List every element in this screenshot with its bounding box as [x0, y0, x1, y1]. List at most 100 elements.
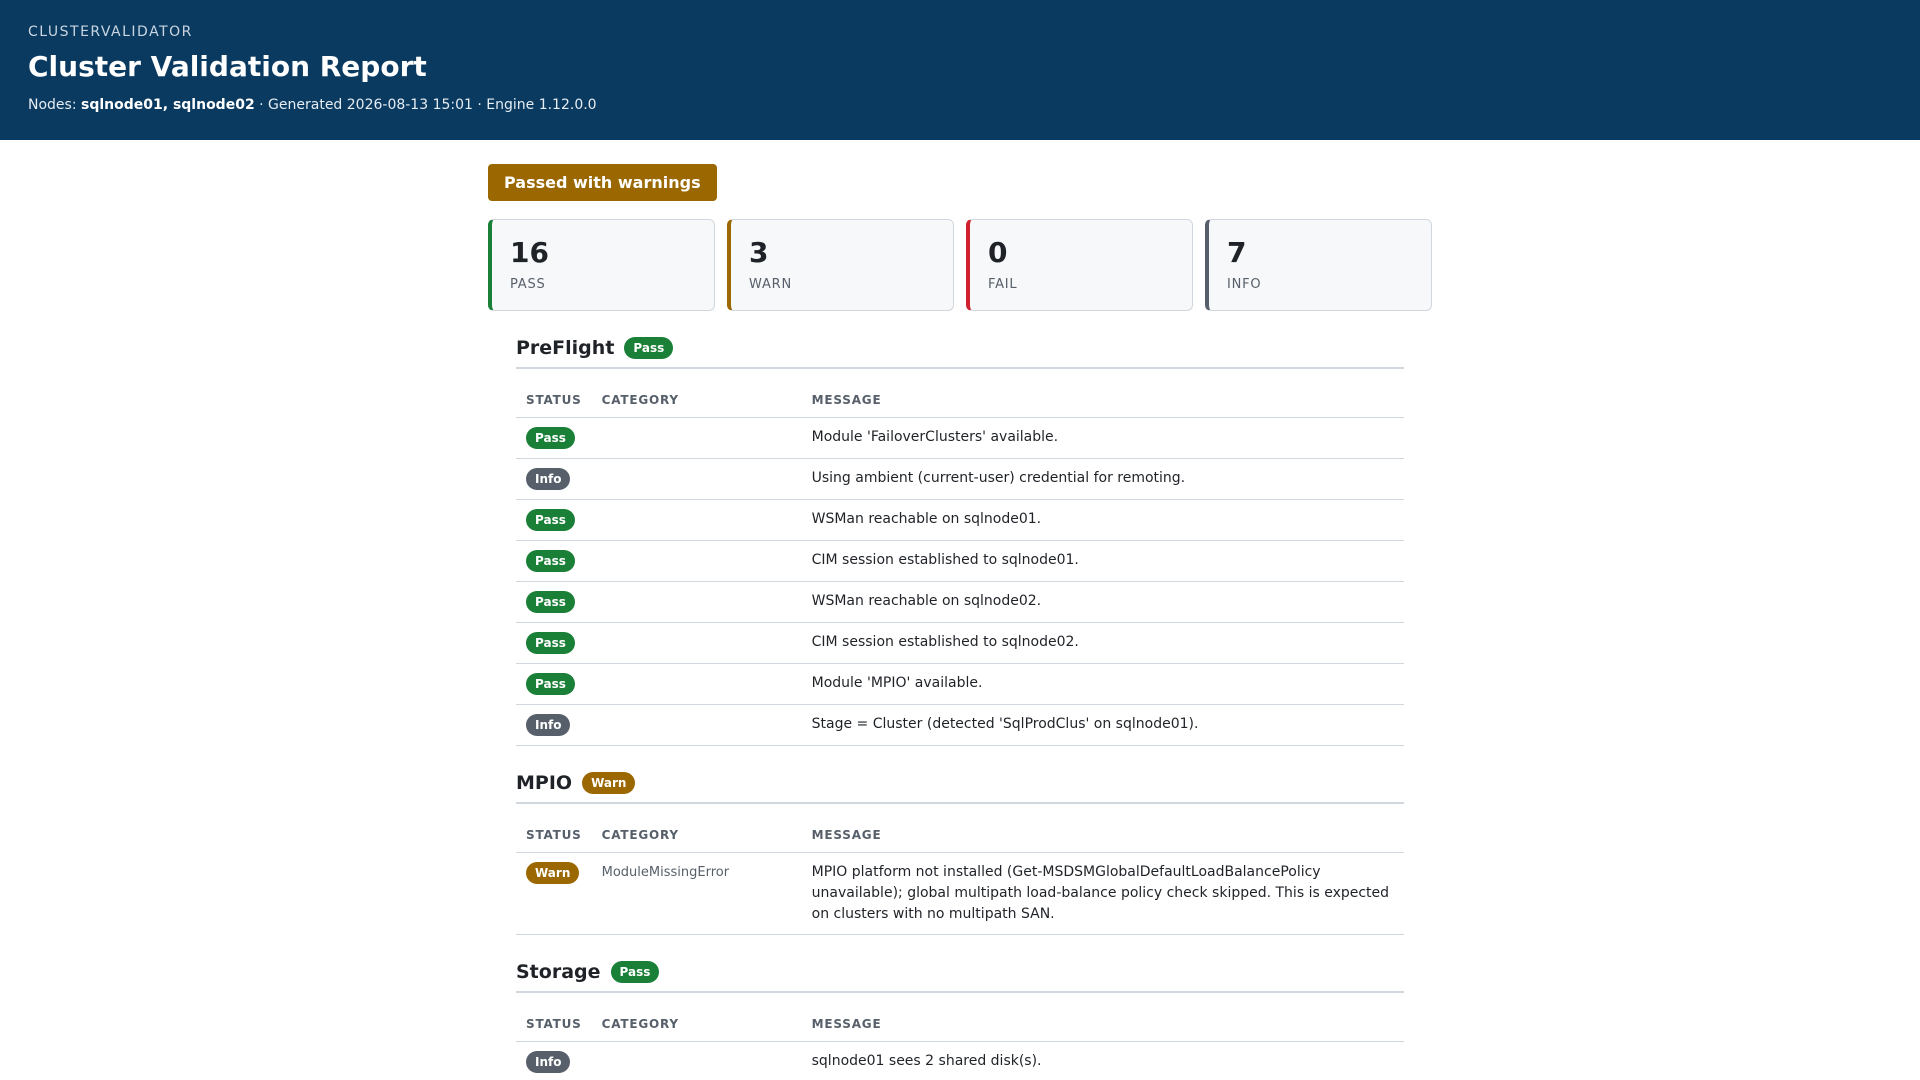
- status-cell: Pass: [516, 663, 592, 705]
- status-badge: Pass: [526, 673, 575, 695]
- status-cell: Pass: [516, 417, 592, 459]
- column-header-category: CATEGORY: [591, 383, 802, 418]
- status-badge: Pass: [526, 509, 575, 531]
- category-cell: [591, 458, 802, 500]
- section-header: Storage Pass: [516, 935, 1404, 993]
- info-label: INFO: [1227, 277, 1262, 292]
- table-row: Pass CIM session established to sqlnode01…: [516, 540, 1404, 582]
- status-cell: Info: [516, 1041, 592, 1080]
- status-badge: Pass: [526, 591, 575, 613]
- summary-cards: 16 PASS 3 WARN 0 FAIL 7 INFO: [488, 219, 1432, 311]
- message-cell: Using ambient (current-user) credential …: [801, 458, 1404, 500]
- column-header-status: STATUS: [516, 383, 592, 418]
- column-header-message: MESSAGE: [801, 383, 1404, 418]
- message-cell: Module 'FailoverClusters' available.: [801, 417, 1404, 459]
- results-table: STATUS CATEGORY MESSAGE Warn ModuleMissingEr…: [516, 818, 1404, 935]
- summary-card-fail: 0 FAIL: [966, 219, 1193, 311]
- column-header-status: STATUS: [516, 1007, 592, 1042]
- status-cell: Pass: [516, 499, 592, 541]
- brand-label: CLUSTERVALIDATOR: [28, 24, 193, 40]
- table-row: Pass Module 'MPIO' available.: [516, 663, 1404, 705]
- category-cell: ModuleMissingError: [591, 852, 802, 935]
- fail-count: 0: [988, 236, 1008, 269]
- status-badge: Warn: [526, 862, 580, 884]
- message-cell: CIM session established to sqlnode02.: [801, 622, 1404, 664]
- message-cell: CIM session established to sqlnode01.: [801, 540, 1404, 582]
- status-cell: Pass: [516, 540, 592, 582]
- overall-status-badge: Passed with warnings: [488, 164, 717, 201]
- category-cell: [591, 581, 802, 623]
- status-cell: Warn: [516, 852, 592, 935]
- warn-count: 3: [749, 236, 769, 269]
- category-cell: [591, 1041, 802, 1080]
- nodes-list: sqlnode01, sqlnode02: [81, 97, 255, 113]
- table-row: Info Using ambient (current-user) credent…: [516, 458, 1404, 500]
- page-title: Cluster Validation Report: [28, 50, 427, 83]
- message-cell: WSMan reachable on sqlnode01.: [801, 499, 1404, 541]
- table-header-row: STATUS CATEGORY MESSAGE: [516, 818, 1404, 853]
- status-cell: Info: [516, 458, 592, 500]
- section-header: PreFlight Pass: [516, 311, 1404, 369]
- category-cell: [591, 622, 802, 664]
- status-badge: Info: [526, 468, 571, 490]
- summary-card-warn: 3 WARN: [727, 219, 954, 311]
- summary-card-info: 7 INFO: [1205, 219, 1432, 311]
- section-storage: Storage Pass STATUS CATEGORY MESSAGE Info sqln…: [516, 935, 1404, 1080]
- report-header: CLUSTERVALIDATOR Cluster Validation Repo…: [0, 0, 1920, 140]
- table-row: Pass Module 'FailoverClusters' available.: [516, 417, 1404, 459]
- table-header-row: STATUS CATEGORY MESSAGE: [516, 1007, 1404, 1042]
- message-cell: Stage = Cluster (detected 'SqlProdClus' …: [801, 704, 1404, 746]
- message-cell: WSMan reachable on sqlnode02.: [801, 581, 1404, 623]
- results-table: STATUS CATEGORY MESSAGE Info sqlnode01 sees …: [516, 1007, 1404, 1080]
- status-badge: Pass: [526, 632, 575, 654]
- message-cell: Module 'MPIO' available.: [801, 663, 1404, 705]
- status-badge: Info: [526, 1051, 571, 1073]
- category-cell: [591, 663, 802, 705]
- info-count: 7: [1227, 236, 1247, 269]
- results-table: STATUS CATEGORY MESSAGE Pass Module 'Failove…: [516, 383, 1404, 746]
- status-cell: Pass: [516, 622, 592, 664]
- fail-label: FAIL: [988, 277, 1018, 292]
- column-header-message: MESSAGE: [801, 818, 1404, 853]
- report-body: Passed with warnings 16 PASS 3 WARN 0 FA…: [488, 140, 1432, 1080]
- generated-engine-info: · Generated 2026-08-13 15:01 · Engine 1.…: [259, 97, 597, 113]
- pass-label: PASS: [510, 277, 546, 292]
- section-title: Storage: [516, 961, 601, 983]
- status-cell: Pass: [516, 581, 592, 623]
- report-meta: Nodes: sqlnode01, sqlnode02 · Generated …: [28, 97, 1892, 113]
- section-title: MPIO: [516, 772, 573, 794]
- nodes-label: Nodes:: [28, 97, 77, 113]
- status-badge: Info: [526, 714, 571, 736]
- section-status-badge: Warn: [582, 772, 636, 794]
- status-badge: Pass: [526, 550, 575, 572]
- status-badge: Pass: [526, 427, 575, 449]
- column-header-message: MESSAGE: [801, 1007, 1404, 1042]
- table-row: Info Stage = Cluster (detected 'SqlProdCl…: [516, 704, 1404, 746]
- section-title: PreFlight: [516, 337, 615, 359]
- sections-container: PreFlight Pass STATUS CATEGORY MESSAGE Pass Mo…: [488, 311, 1432, 1080]
- section-preflight: PreFlight Pass STATUS CATEGORY MESSAGE Pass Mo…: [516, 311, 1404, 746]
- column-header-status: STATUS: [516, 818, 592, 853]
- section-mpio: MPIO Warn STATUS CATEGORY MESSAGE Warn ModuleM…: [516, 746, 1404, 935]
- table-row: Pass WSMan reachable on sqlnode02.: [516, 581, 1404, 623]
- table-row: Warn ModuleMissingError MPIO platform not …: [516, 852, 1404, 935]
- summary-card-pass: 16 PASS: [488, 219, 715, 311]
- message-cell: MPIO platform not installed (Get-MSDSMGl…: [801, 852, 1404, 935]
- status-cell: Info: [516, 704, 592, 746]
- column-header-category: CATEGORY: [591, 818, 802, 853]
- section-header: MPIO Warn: [516, 746, 1404, 804]
- warn-label: WARN: [749, 277, 792, 292]
- table-header-row: STATUS CATEGORY MESSAGE: [516, 383, 1404, 418]
- category-cell: [591, 540, 802, 582]
- table-row: Info sqlnode01 sees 2 shared disk(s).: [516, 1041, 1404, 1080]
- column-header-category: CATEGORY: [591, 1007, 802, 1042]
- message-cell: sqlnode01 sees 2 shared disk(s).: [801, 1041, 1404, 1080]
- section-status-badge: Pass: [624, 337, 674, 359]
- table-row: Pass WSMan reachable on sqlnode01.: [516, 499, 1404, 541]
- section-status-badge: Pass: [610, 961, 660, 983]
- category-cell: [591, 704, 802, 746]
- category-cell: [591, 417, 802, 459]
- table-row: Pass CIM session established to sqlnode02…: [516, 622, 1404, 664]
- category-cell: [591, 499, 802, 541]
- pass-count: 16: [510, 236, 549, 269]
